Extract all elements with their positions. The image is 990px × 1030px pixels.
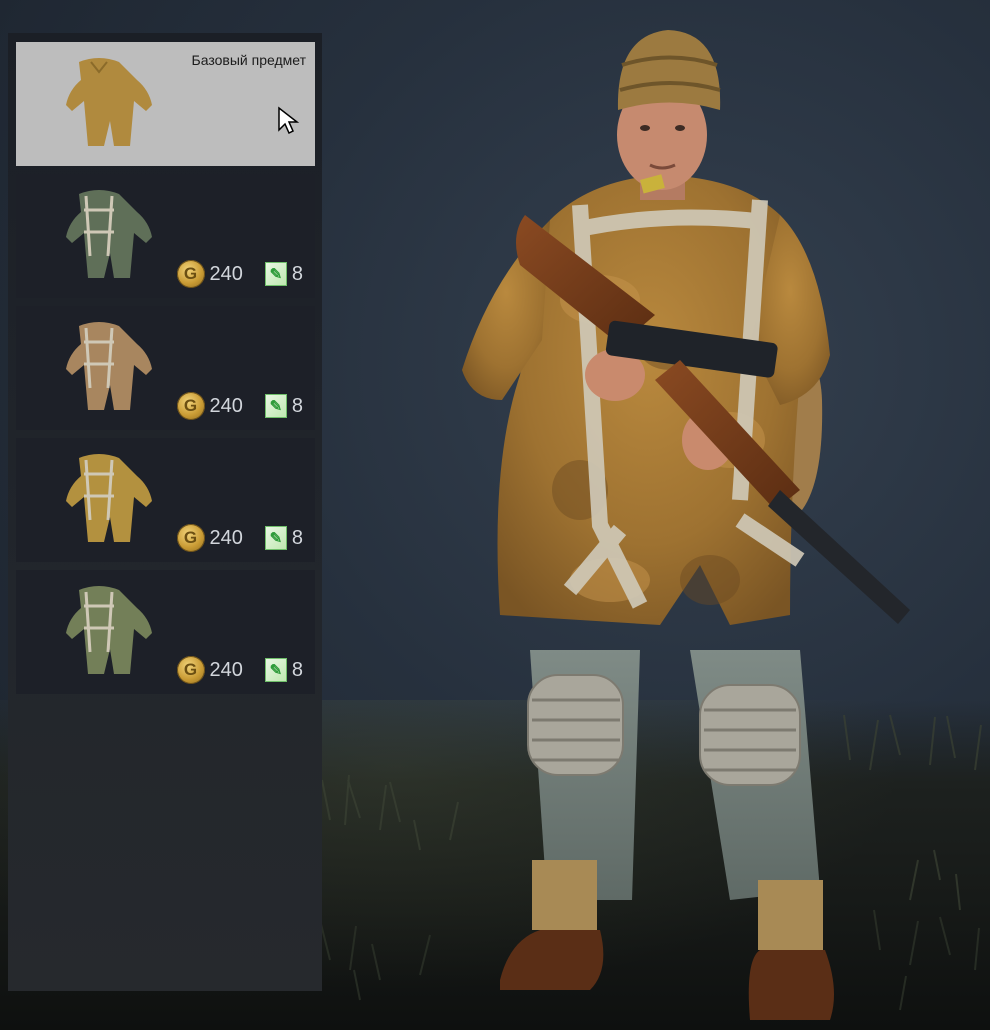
uniform-item-yellow[interactable]: G 240 ✎ 8 (16, 438, 315, 562)
gold-coin-icon: G (176, 260, 205, 288)
ticket-icon: ✎ (264, 526, 287, 550)
uniform-icon (66, 586, 152, 674)
gold-price: 240 (209, 262, 243, 285)
gold-coin-icon: G (176, 656, 205, 684)
price-row: G 240 ✎ 8 (176, 260, 303, 288)
uniform-icon (66, 454, 152, 542)
uniform-item-green[interactable]: G 240 ✎ 8 (16, 174, 315, 298)
gold-coin-icon: G (176, 392, 205, 420)
mouse-cursor-icon (278, 106, 300, 135)
uniform-item-sand[interactable]: G 240 ✎ 8 (16, 306, 315, 430)
gold-price: 240 (209, 658, 243, 681)
ticket-price: 8 (291, 658, 303, 681)
ticket-price: 8 (291, 394, 303, 417)
soldier-character (462, 30, 910, 1020)
ticket-price: 8 (291, 262, 303, 285)
uniform-icon (66, 322, 152, 410)
gold-price: 240 (209, 526, 243, 549)
base-item-label: Базовый предмет (191, 52, 306, 68)
price-row: G 240 ✎ 8 (176, 656, 303, 684)
ticket-icon: ✎ (264, 394, 287, 418)
gold-price: 240 (209, 394, 243, 417)
uniform-item-base[interactable]: Базовый предмет (16, 42, 315, 166)
uniform-list-panel: Базовый предмет G 240 ✎ 8 G 240 ✎ 8 G 24… (8, 33, 322, 991)
price-row: G 240 ✎ 8 (176, 524, 303, 552)
ticket-icon: ✎ (264, 262, 287, 286)
ticket-price: 8 (291, 526, 303, 549)
uniform-icon (66, 190, 152, 278)
uniform-item-olive[interactable]: G 240 ✎ 8 (16, 570, 315, 694)
ticket-icon: ✎ (264, 658, 287, 682)
price-row: G 240 ✎ 8 (176, 392, 303, 420)
uniform-icon (66, 58, 152, 146)
gold-coin-icon: G (176, 524, 205, 552)
game-scene: Базовый предмет G 240 ✎ 8 G 240 ✎ 8 G 24… (0, 0, 990, 1030)
